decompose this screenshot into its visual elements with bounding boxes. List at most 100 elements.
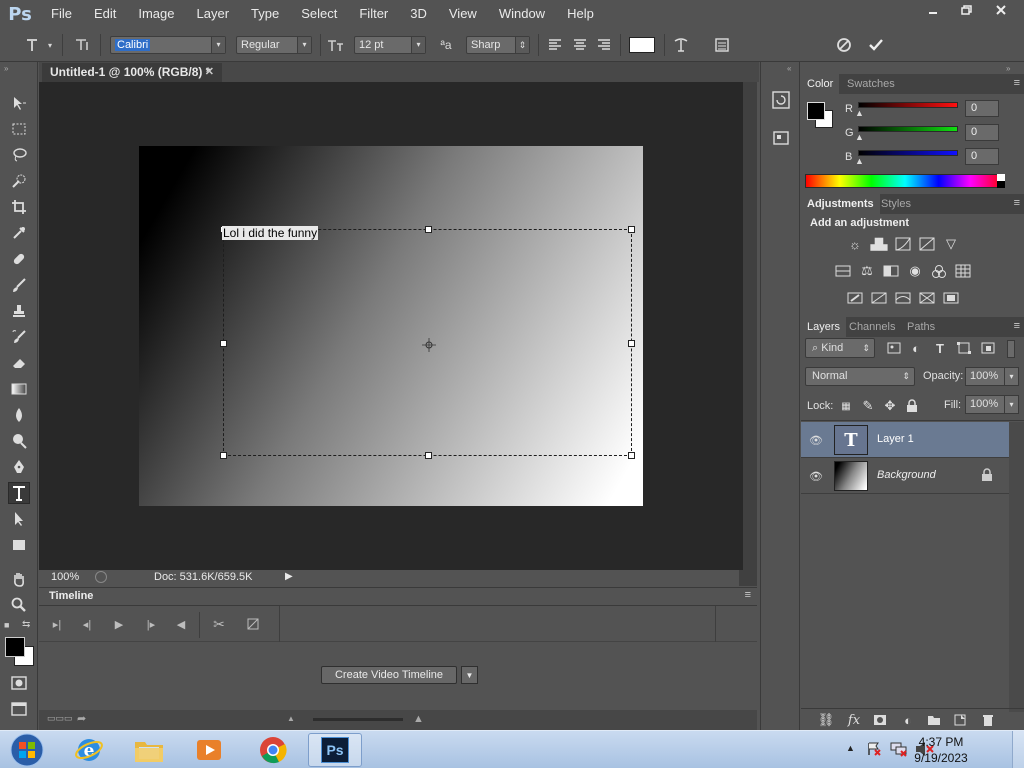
resize-handle-bottom[interactable] (425, 452, 432, 459)
color-spectrum-ramp[interactable] (805, 174, 1005, 188)
filter-type-icon[interactable]: T (931, 340, 949, 356)
hand-tool-icon[interactable] (8, 568, 30, 590)
filter-adjustment-icon[interactable]: ◐ (907, 340, 925, 356)
next-frame-icon[interactable]: |▸ (143, 616, 159, 632)
transition-icon[interactable] (245, 616, 261, 632)
minimize-button[interactable] (916, 0, 950, 20)
selective-color-icon[interactable] (942, 290, 960, 306)
eye-icon[interactable]: 👁 (809, 469, 823, 483)
slider-thumb-icon[interactable]: ▲ (855, 108, 864, 118)
exposure-icon[interactable] (918, 236, 936, 252)
new-group-icon[interactable] (925, 712, 943, 728)
tab-paths[interactable]: Paths (901, 317, 941, 337)
gradient-tool-icon[interactable] (8, 378, 30, 400)
channel-r-value[interactable]: 0 (965, 100, 999, 117)
cancel-edits-icon[interactable] (834, 36, 854, 54)
photo-filter-icon[interactable]: ◉ (906, 263, 924, 279)
history-brush-tool-icon[interactable] (8, 326, 30, 348)
history-panel-icon[interactable] (771, 90, 791, 110)
menu-window[interactable]: Window (488, 0, 556, 28)
rectangle-tool-icon[interactable] (8, 534, 30, 556)
action-center-icon[interactable] (866, 741, 882, 757)
tab-adjustments[interactable]: Adjustments (801, 194, 880, 214)
channel-g-slider[interactable] (858, 126, 958, 132)
pen-tool-icon[interactable] (8, 456, 30, 478)
commit-edits-icon[interactable] (866, 36, 886, 54)
layer-name[interactable]: Background (877, 469, 936, 481)
go-to-first-frame-icon[interactable]: ▸| (49, 616, 65, 632)
menu-edit[interactable]: Edit (83, 0, 127, 28)
antialias-field[interactable]: Sharp ⇕ (466, 36, 530, 54)
close-tab-icon[interactable]: ✕ (205, 63, 214, 82)
timeline-title[interactable]: Timeline (49, 590, 93, 602)
layers-scrollbar[interactable] (1009, 422, 1024, 712)
dodge-tool-icon[interactable] (8, 430, 30, 452)
media-player-icon[interactable] (182, 733, 236, 767)
file-explorer-icon[interactable] (122, 733, 176, 767)
chevron-down-icon[interactable]: ▾ (297, 37, 311, 53)
play-icon[interactable]: ▶ (111, 616, 127, 632)
layer-row-background[interactable]: 👁 Background (801, 458, 1009, 494)
properties-panel-icon[interactable] (771, 128, 791, 148)
panel-menu-icon[interactable]: ≡ (1014, 77, 1020, 89)
swap-colors-icon[interactable]: ⇆ (22, 619, 30, 630)
panel-menu-icon[interactable]: ≡ (745, 589, 751, 601)
color-balance-icon[interactable]: ⚖ (858, 263, 876, 279)
layer-name[interactable]: Layer 1 (877, 433, 914, 445)
quick-mask-icon[interactable] (8, 672, 30, 694)
previous-frame-icon[interactable]: ◂| (79, 616, 95, 632)
posterize-icon[interactable] (870, 290, 888, 306)
show-hidden-icons-icon[interactable]: ▲ (846, 743, 855, 753)
blend-mode-select[interactable]: Normal ⇕ (805, 367, 915, 386)
black-white-icon[interactable] (882, 263, 900, 279)
photoshop-taskbar-button[interactable]: Ps (308, 733, 362, 767)
link-layers-icon[interactable]: ⛓ (817, 712, 835, 728)
color-lookup-icon[interactable] (954, 263, 972, 279)
new-adjustment-layer-icon[interactable]: ◐ (899, 712, 917, 728)
curves-icon[interactable] (894, 236, 912, 252)
resize-handle-bottom-right[interactable] (628, 452, 635, 459)
move-tool-icon[interactable] (8, 92, 30, 114)
tab-styles[interactable]: Styles (875, 194, 917, 214)
vibrance-icon[interactable]: ▽ (942, 236, 960, 252)
tab-swatches[interactable]: Swatches (841, 74, 901, 94)
tab-color[interactable]: Color (801, 74, 840, 94)
zoom-slider[interactable] (313, 718, 403, 721)
zoom-out-icon[interactable]: ▲ (287, 714, 295, 723)
quick-selection-tool-icon[interactable] (8, 170, 30, 192)
font-family-field[interactable]: Calibri ▾ (110, 36, 226, 54)
internet-explorer-icon[interactable]: e (62, 733, 116, 767)
render-arrow-icon[interactable]: ➦ (77, 712, 86, 725)
resize-handle-top-right[interactable] (628, 226, 635, 233)
align-left-icon[interactable] (545, 36, 565, 54)
panel-menu-icon[interactable]: ≡ (1014, 197, 1020, 209)
zoom-tool-icon[interactable] (8, 594, 30, 616)
chevron-down-icon[interactable]: ▾ (411, 37, 425, 53)
menu-view[interactable]: View (438, 0, 488, 28)
canvas-text-layer[interactable]: Lol i did the funny (222, 226, 319, 240)
type-tool-preset-icon[interactable] (22, 36, 42, 54)
channel-g-value[interactable]: 0 (965, 124, 999, 141)
system-clock[interactable]: 4:37 PM 9/19/2023 (906, 734, 976, 766)
audio-icon[interactable]: ◀ (173, 616, 189, 632)
status-info-icon[interactable] (95, 571, 107, 583)
slider-thumb-icon[interactable]: ▲ (855, 132, 864, 142)
chevron-down-icon[interactable]: ▾ (1004, 368, 1018, 385)
close-window-button[interactable] (984, 0, 1018, 20)
brightness-contrast-icon[interactable]: ☼ (846, 236, 864, 252)
foreground-color-swatch[interactable] (5, 637, 25, 657)
clone-stamp-tool-icon[interactable] (8, 300, 30, 322)
document-tab[interactable]: Untitled-1 @ 100% (RGB/8) * ✕ (42, 63, 222, 82)
slider-thumb-icon[interactable]: ▲ (855, 156, 864, 166)
tab-channels[interactable]: Channels (843, 317, 901, 337)
zoom-level[interactable]: 100% (51, 571, 79, 583)
channel-b-slider[interactable] (858, 150, 958, 156)
foreground-color-chip[interactable] (807, 102, 825, 120)
collapse-panels-icon[interactable]: » (1006, 64, 1010, 73)
text-bounding-box[interactable] (220, 226, 635, 459)
channel-mixer-icon[interactable] (930, 263, 948, 279)
fill-field[interactable]: 100% ▾ (965, 395, 1019, 414)
chrome-icon[interactable] (246, 733, 300, 767)
eraser-tool-icon[interactable] (8, 352, 30, 374)
menu-3d[interactable]: 3D (399, 0, 438, 28)
